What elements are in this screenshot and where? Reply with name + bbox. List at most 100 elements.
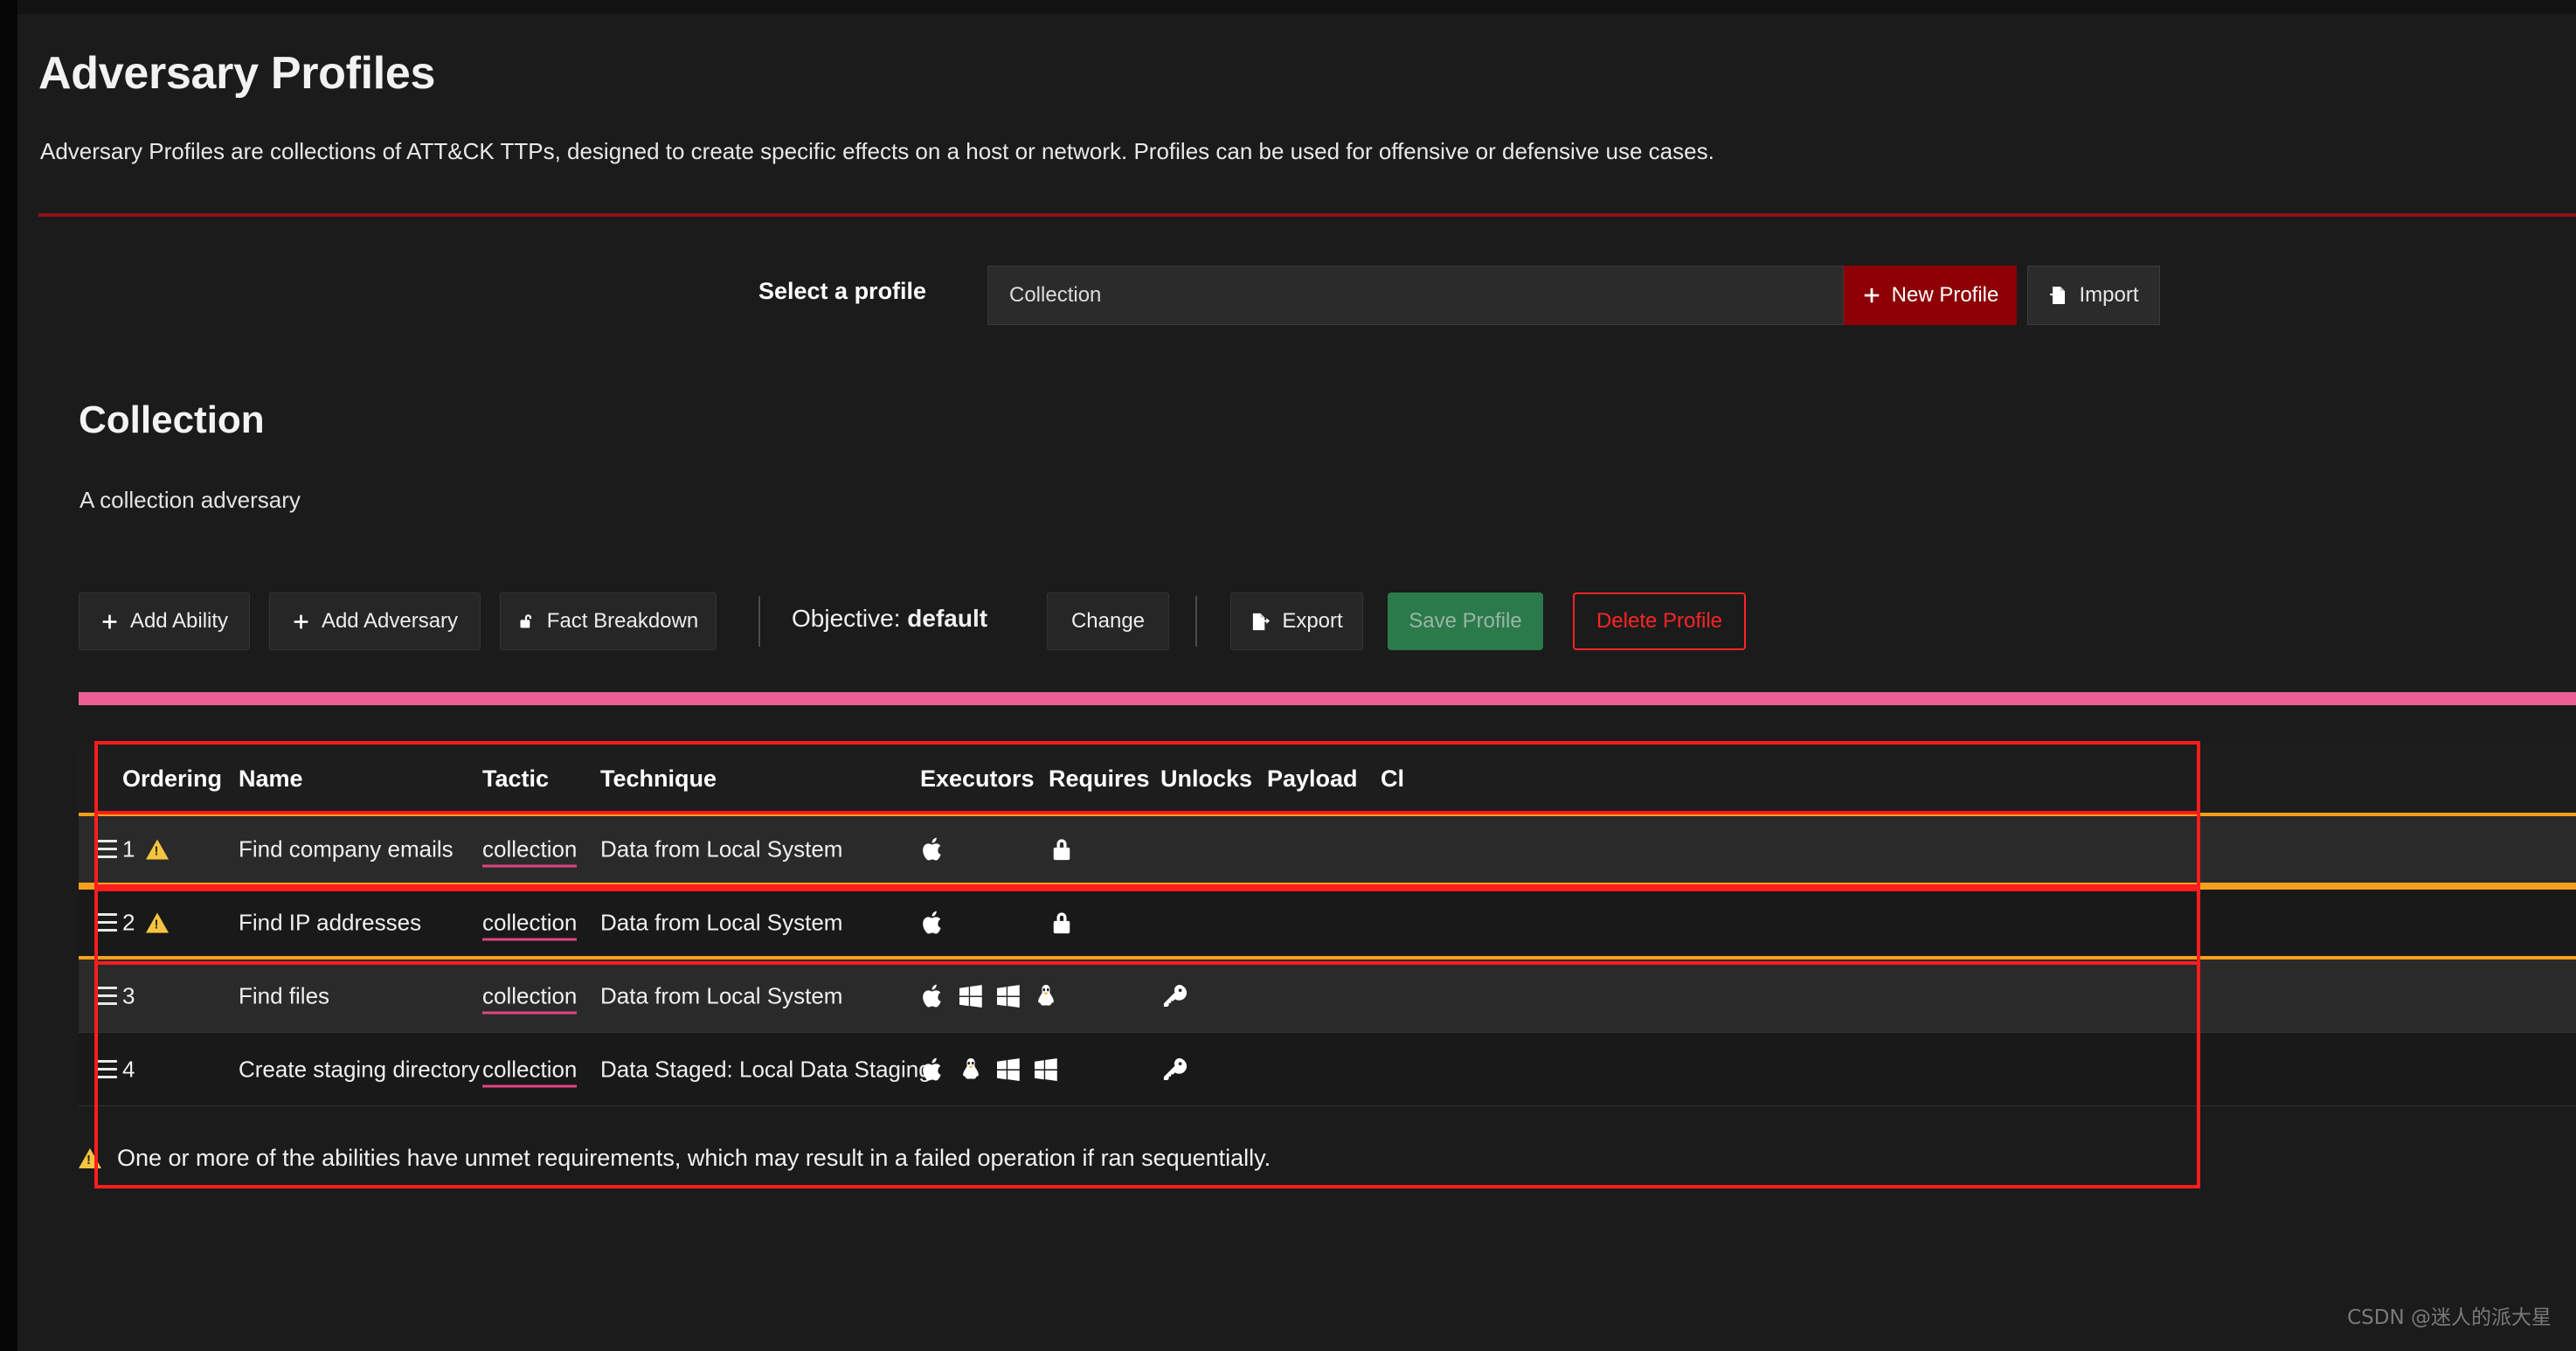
add-ability-label: Add Ability (130, 609, 228, 634)
table-header-row: Ordering Name Tactic Technique Executors… (79, 745, 2576, 813)
apple-icon (920, 836, 946, 863)
drag-handle-icon[interactable] (94, 987, 117, 1006)
cell-name: Find IP addresses (239, 910, 421, 937)
import-button[interactable]: Import (2027, 266, 2160, 325)
page-title: Adversary Profiles (38, 47, 435, 100)
cell-ordering: 2 (122, 910, 169, 937)
apple-icon (920, 910, 946, 936)
tactic-link[interactable]: collection (482, 836, 577, 868)
cell-unlocks (1160, 983, 1187, 1009)
profile-toolbar: Add Ability Add Adversary Fact Breakdown… (17, 592, 2576, 650)
drag-handle-icon[interactable] (94, 840, 117, 859)
cell-name: Find company emails (239, 836, 454, 863)
cell-tactic: collection (482, 910, 577, 937)
apple-icon (920, 983, 946, 1009)
tactic-link[interactable]: collection (482, 982, 577, 1014)
ordering-number: 3 (122, 982, 135, 1009)
plus-icon (292, 613, 310, 631)
linux-icon (958, 1057, 984, 1083)
column-header-tactic[interactable]: Tactic (482, 766, 549, 793)
tactic-link[interactable]: collection (482, 1056, 577, 1087)
column-header-requires[interactable]: Requires (1049, 766, 1150, 793)
column-header-payload[interactable]: Payload (1267, 766, 1358, 793)
watermark: CSDN @迷人的派大星 (2347, 1300, 2552, 1330)
column-header-technique[interactable]: Technique (600, 766, 717, 793)
save-profile-label: Save Profile (1409, 609, 1521, 634)
add-adversary-label: Add Adversary (322, 609, 458, 634)
add-adversary-button[interactable]: Add Adversary (269, 592, 481, 650)
toolbar-separator-1 (758, 596, 760, 647)
drag-handle-icon[interactable] (94, 1060, 117, 1079)
objective-display: Objective: default (792, 605, 987, 633)
column-header-cleanup[interactable]: Cl (1381, 766, 1404, 793)
cell-technique: Data from Local System (600, 910, 842, 937)
column-header-unlocks[interactable]: Unlocks (1160, 766, 1252, 793)
profile-description: A collection adversary (80, 487, 301, 514)
cell-technique: Data from Local System (600, 836, 842, 863)
table-body: 1 Find company emails collection Data from … (79, 813, 2576, 1106)
unlock-icon (518, 612, 536, 631)
key-icon (1160, 983, 1187, 1009)
lock-icon (1049, 836, 1075, 863)
new-profile-button[interactable]: New Profile (1844, 266, 2017, 325)
warning-triangle-icon (146, 840, 169, 860)
select-profile-row: Select a profile Collection New Profile … (17, 266, 2576, 327)
tactic-link[interactable]: collection (482, 910, 577, 941)
delete-profile-button[interactable]: Delete Profile (1573, 592, 1746, 650)
cell-ordering: 3 (122, 982, 135, 1009)
left-gutter (0, 0, 17, 1351)
column-header-name[interactable]: Name (239, 766, 303, 793)
key-icon (1160, 1057, 1187, 1083)
cell-ordering: 4 (122, 1056, 135, 1083)
change-label: Change (1071, 609, 1145, 634)
column-header-ordering[interactable]: Ordering (122, 766, 222, 793)
save-profile-button[interactable]: Save Profile (1388, 592, 1543, 650)
drag-handle-icon[interactable] (94, 913, 117, 932)
cell-tactic: collection (482, 982, 577, 1009)
file-export-icon (1250, 612, 1271, 632)
profile-select-value: Collection (1009, 283, 1101, 308)
ordering-number: 1 (122, 836, 135, 863)
ordering-number: 2 (122, 910, 135, 937)
lock-icon (1049, 910, 1075, 936)
table-row[interactable]: 4Create staging directorycollectionData … (79, 1033, 2576, 1106)
warning-triangle-icon (146, 913, 169, 933)
plus-icon (100, 613, 119, 631)
plus-icon (1862, 286, 1881, 305)
table-row[interactable]: 3 Find files collection Data from Local Sys… (79, 960, 2576, 1033)
cell-name: Find files (239, 982, 329, 1009)
apple-icon (920, 1057, 946, 1083)
cell-requires (1049, 836, 1075, 863)
cell-tactic: collection (482, 1056, 577, 1083)
windows-icon (958, 983, 984, 1009)
export-button[interactable]: Export (1230, 592, 1363, 650)
cell-name: Create staging directory (239, 1056, 480, 1083)
file-import-icon (2048, 285, 2069, 306)
column-header-executors[interactable]: Executors (920, 766, 1035, 793)
table-row[interactable]: 2 Find IP addresses collection Data from Lo… (79, 886, 2576, 960)
windows-icon (995, 1057, 1021, 1083)
profile-select-dropdown[interactable]: Collection (987, 266, 1844, 325)
unmet-requirements-text: One or more of the abilities have unmet … (117, 1145, 1271, 1172)
add-ability-button[interactable]: Add Ability (79, 592, 250, 650)
profile-name: Collection (79, 398, 265, 442)
import-label: Import (2079, 283, 2138, 308)
export-label: Export (1282, 609, 1342, 634)
toolbar-separator-2 (1195, 596, 1197, 647)
page-description: Adversary Profiles are collections of AT… (40, 138, 1714, 165)
accent-bar (79, 692, 2576, 705)
app-root: Adversary Profiles Adversary Profiles ar… (0, 0, 2576, 1351)
table-row[interactable]: 1 Find company emails collection Data from … (79, 813, 2576, 886)
fact-breakdown-label: Fact Breakdown (547, 609, 698, 634)
windows-icon (1033, 1057, 1059, 1083)
cell-executors (920, 836, 946, 863)
delete-profile-label: Delete Profile (1596, 609, 1722, 634)
select-profile-label: Select a profile (758, 278, 926, 305)
objective-label: Objective: (792, 605, 907, 632)
cell-unlocks (1160, 1057, 1187, 1083)
fact-breakdown-button[interactable]: Fact Breakdown (500, 592, 717, 650)
change-objective-button[interactable]: Change (1047, 592, 1169, 650)
cell-tactic: collection (482, 836, 577, 863)
cell-technique: Data from Local System (600, 982, 842, 1009)
cell-executors (920, 983, 1059, 1009)
